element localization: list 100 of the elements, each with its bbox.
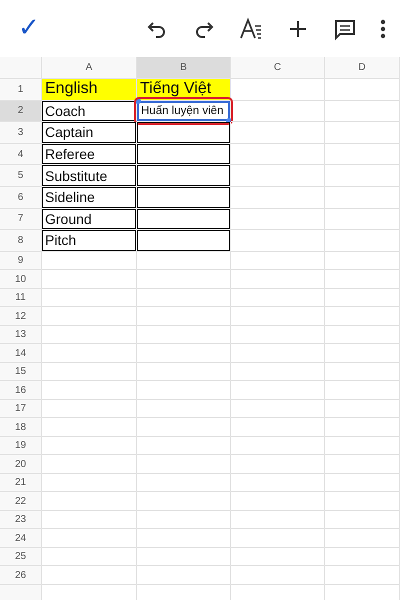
table-cell[interactable] (42, 548, 137, 566)
table-cell[interactable] (42, 492, 137, 511)
table-cell[interactable] (325, 326, 400, 344)
active-cell[interactable]: Huấn luyện viên (137, 100, 231, 122)
table-cell[interactable] (42, 326, 137, 344)
table-cell[interactable] (231, 474, 325, 492)
table-cell[interactable] (42, 344, 137, 363)
table-cell[interactable] (325, 230, 400, 252)
table-cell[interactable] (325, 418, 400, 437)
table-cell[interactable] (325, 474, 400, 492)
table-cell[interactable] (325, 252, 400, 270)
table-cell[interactable] (231, 344, 325, 363)
row-header[interactable]: 6 (0, 186, 42, 209)
table-cell[interactable] (137, 510, 231, 530)
table-cell[interactable] (325, 270, 400, 289)
table-cell[interactable] (325, 144, 400, 166)
table-cell[interactable] (231, 529, 325, 548)
table-cell[interactable]: Pitch (42, 230, 137, 252)
table-cell[interactable] (42, 252, 137, 270)
row-header[interactable]: 3 (0, 122, 42, 144)
row-header[interactable]: 9 (0, 252, 42, 270)
table-cell[interactable] (325, 186, 400, 209)
table-cell[interactable] (231, 122, 325, 144)
table-cell[interactable] (231, 144, 325, 166)
table-cell[interactable] (231, 455, 325, 474)
table-cell[interactable] (231, 208, 325, 230)
table-cell[interactable] (231, 100, 325, 122)
table-cell[interactable] (42, 270, 137, 289)
row-header[interactable]: 23 (0, 510, 42, 530)
table-cell[interactable] (42, 529, 137, 548)
table-cell[interactable] (325, 79, 400, 101)
table-cell[interactable] (231, 270, 325, 289)
table-cell[interactable] (231, 307, 325, 326)
table-cell[interactable] (137, 326, 231, 344)
table-cell[interactable]: Sideline (42, 186, 137, 209)
table-cell[interactable] (137, 418, 231, 437)
column-header[interactable]: B (137, 57, 231, 79)
table-cell[interactable] (137, 344, 231, 363)
table-cell[interactable]: Captain (42, 122, 137, 144)
table-cell[interactable] (137, 288, 231, 308)
table-cell[interactable]: Referee (42, 144, 137, 166)
table-cell[interactable]: Substitute (42, 165, 137, 187)
table-cell[interactable] (231, 165, 325, 187)
column-header[interactable]: C (231, 57, 325, 79)
row-header[interactable]: 7 (0, 208, 42, 230)
table-cell[interactable] (325, 566, 400, 585)
table-cell[interactable] (325, 307, 400, 326)
table-cell[interactable] (42, 566, 137, 585)
table-cell[interactable] (231, 230, 325, 252)
row-header[interactable]: 10 (0, 270, 42, 289)
row-header[interactable]: 14 (0, 344, 42, 363)
row-header[interactable]: 19 (0, 436, 42, 456)
table-cell[interactable] (325, 436, 400, 456)
table-cell[interactable] (137, 436, 231, 456)
table-cell[interactable] (325, 344, 400, 363)
table-cell[interactable] (137, 307, 231, 326)
row-header[interactable]: 15 (0, 362, 42, 382)
table-cell[interactable] (42, 307, 137, 326)
table-cell[interactable] (325, 165, 400, 187)
row-header[interactable]: 17 (0, 400, 42, 418)
table-cell[interactable] (231, 252, 325, 270)
row-header[interactable]: 1 (0, 79, 42, 101)
row-header[interactable]: 2 (0, 100, 42, 122)
table-cell[interactable] (137, 400, 231, 418)
table-cell[interactable] (137, 362, 231, 382)
table-cell[interactable] (231, 510, 325, 530)
table-cell[interactable] (325, 400, 400, 418)
table-cell[interactable] (137, 230, 231, 252)
table-cell[interactable] (325, 288, 400, 308)
table-cell[interactable] (42, 288, 137, 308)
row-header[interactable]: 20 (0, 455, 42, 474)
text-format-icon[interactable] (239, 16, 263, 40)
row-header[interactable]: 13 (0, 326, 42, 344)
table-cell[interactable] (137, 208, 231, 230)
table-cell[interactable]: Tiếng Việt (137, 79, 231, 101)
table-cell[interactable]: Ground (42, 208, 137, 230)
table-cell[interactable] (325, 381, 400, 400)
table-cell[interactable] (231, 436, 325, 456)
table-cell[interactable] (325, 208, 400, 230)
row-header[interactable]: 22 (0, 492, 42, 511)
table-cell[interactable] (231, 418, 325, 437)
table-cell[interactable] (137, 529, 231, 548)
row-header[interactable]: 26 (0, 566, 42, 585)
table-cell[interactable] (137, 122, 231, 144)
table-cell[interactable] (325, 529, 400, 548)
table-cell[interactable] (137, 548, 231, 566)
row-header[interactable]: 4 (0, 144, 42, 166)
table-cell[interactable] (137, 270, 231, 289)
table-cell[interactable] (137, 381, 231, 400)
confirm-button[interactable]: ✓ (18, 12, 40, 42)
table-cell[interactable] (231, 566, 325, 585)
row-header[interactable]: 5 (0, 165, 42, 187)
table-cell[interactable] (231, 288, 325, 308)
table-cell[interactable] (325, 362, 400, 382)
table-cell[interactable] (231, 186, 325, 209)
table-cell[interactable] (231, 326, 325, 344)
table-cell[interactable] (231, 400, 325, 418)
table-cell[interactable] (137, 455, 231, 474)
table-cell[interactable] (231, 492, 325, 511)
table-cell[interactable] (137, 492, 231, 511)
